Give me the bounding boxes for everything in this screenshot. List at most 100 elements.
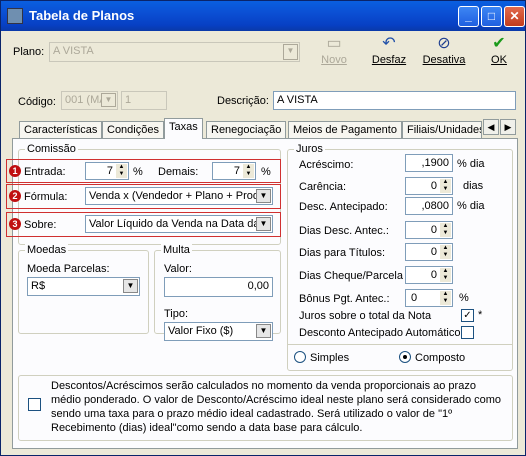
carencia-unit: dias [463,180,484,192]
tab-renegociacao[interactable]: Renegociação [206,121,287,138]
formula-value: Venda x (Vendedor + Plano + Produ [89,190,266,202]
spinner-arrows-icon[interactable]: ▲ ▼ [440,179,451,193]
novo-button[interactable]: ▭ Novo [314,34,354,66]
sobre-label: Sobre: [24,219,57,231]
multa-tipo-label: Tipo: [164,308,189,320]
chevron-down-icon[interactable]: ▼ [256,324,271,338]
descricao-label: Descrição: [217,95,269,107]
bonus-spinner[interactable]: 0 ▲ ▼ [405,289,453,307]
descricao-input[interactable]: A VISTA [273,91,516,110]
close-button[interactable]: ✕ [504,6,525,27]
tab-label: Filiais/Unidades [407,124,482,136]
tab-label: Meios de Pagamento [293,124,397,136]
app-icon [7,8,23,24]
tab-taxas[interactable]: Taxas [164,118,203,139]
tab-condicoes[interactable]: Condições [102,121,164,138]
tab-label: Características [24,124,98,136]
desc-antecipado-label: Desc. Antecipado: [299,201,388,213]
ok-button[interactable]: ✔ OK [479,34,519,66]
dias-titulos-spinner[interactable]: 0 ▲ ▼ [405,243,453,261]
desfaz-button[interactable]: ↶ Desfaz [369,34,409,66]
moeda-parcelas-value: R$ [31,280,46,292]
tab-filiais-unidades[interactable]: Filiais/Unidades [402,121,482,138]
spinner-arrows-icon[interactable]: ▲ ▼ [440,223,451,237]
codigo-number-field[interactable]: 1 [121,91,167,110]
chevron-down-icon[interactable]: ▼ [256,189,271,203]
tab-scroll-left-button[interactable]: ◀ [483,119,499,135]
moeda-parcelas-select[interactable]: R$ ▼ [27,277,140,296]
desc-antecipado-value: ,0800 [421,200,449,212]
plano-value: A VISTA [53,45,94,57]
desc-antecipado-input[interactable]: ,0800 [405,197,453,215]
checkmark-icon: ✓ [463,310,472,321]
composto-label: Composto [415,352,466,364]
entrada-pct: % [133,166,143,178]
bonus-label: Bônus Pgt. Antec.: [299,293,390,305]
moeda-parcelas-label: Moeda Parcelas: [27,263,110,275]
acrescimo-label: Acréscimo: [299,159,354,171]
multa-tipo-select[interactable]: Valor Fixo ($) ▼ [164,322,273,341]
carencia-spinner[interactable]: 0 ▲ ▼ [405,177,453,195]
demais-spinner[interactable]: 7 ▲ ▼ [212,162,256,180]
dias-desc-antec-spinner[interactable]: 0 ▲ ▼ [405,221,453,239]
simples-radio[interactable] [294,351,306,363]
acrescimo-input[interactable]: ,1900 [405,154,453,172]
chevron-down-icon[interactable]: ▼ [256,217,271,231]
window-title: Tabela de Planos [29,8,135,23]
tab-meios-pagamento[interactable]: Meios de Pagamento [288,121,402,138]
desc-auto-label: Desconto Antecipado Automático [299,327,461,339]
title-bar: Tabela de Planos _ □ ✕ [1,1,525,31]
moedas-title: Moedas [25,244,69,256]
spinner-arrows-icon[interactable]: ▲ ▼ [243,164,254,178]
codigo-number: 1 [125,94,132,106]
new-document-icon: ▭ [326,35,342,52]
dias-cheque-label: Dias Cheque/Parcela [299,270,403,282]
multa-valor-value: 0,00 [247,280,269,292]
spinner-arrows-icon[interactable]: ▲ ▼ [440,245,451,259]
ponderado-checkbox[interactable] [28,398,41,411]
chevron-down-icon[interactable]: ▼ [101,93,116,107]
dias-desc-antec-label: Dias Desc. Antec.: [299,225,389,237]
spinner-arrows-icon[interactable]: ▲ ▼ [440,291,451,305]
check-icon: ✔ [492,35,506,52]
dias-cheque-spinner[interactable]: 0 ▲ ▼ [405,266,453,284]
multa-tipo-value: Valor Fixo ($) [168,325,234,337]
ok-label: OK [491,54,507,66]
tab-scroll-right-button[interactable]: ▶ [500,119,516,135]
maximize-button[interactable]: □ [481,6,502,27]
undo-icon: ↶ [382,35,396,52]
desativa-label: Desativa [422,54,466,66]
chevron-down-icon[interactable]: ▼ [283,44,298,60]
window: Tabela de Planos _ □ ✕ Plano: A VISTA ▼ … [0,0,526,456]
formula-select[interactable]: Venda x (Vendedor + Plano + Produ ▼ [85,187,273,205]
juros-title: Juros [294,143,325,155]
badge-2: 2 [9,190,21,202]
sobre-select[interactable]: Valor Líquido da Venda na Data da ▼ [85,215,273,233]
plano-select[interactable]: A VISTA ▼ [49,42,300,62]
composto-radio[interactable] [399,351,411,363]
multa-valor-input[interactable]: 0,00 [164,277,273,297]
demais-label: Demais: [158,166,199,178]
juros-total-label: Juros sobre o total da Nota [299,310,432,322]
entrada-spinner[interactable]: 7 ▲ ▼ [85,162,129,180]
multa-title: Multa [161,244,192,256]
desc-auto-checkbox[interactable] [461,326,474,339]
spinner-arrows-icon[interactable]: ▲ ▼ [116,164,127,178]
minimize-button[interactable]: _ [458,6,479,27]
chevron-down-icon[interactable]: ▼ [123,279,138,293]
desativa-button[interactable]: ⊘ Desativa [422,34,466,66]
spinner-arrows-icon[interactable]: ▲ ▼ [440,268,451,282]
multa-valor-label: Valor: [164,263,192,275]
plano-label: Plano: [13,46,45,58]
tab-label: Renegociação [211,124,282,136]
descricao-value: A VISTA [277,94,318,106]
simples-label: Simples [310,352,350,364]
tab-label: Condições [107,124,159,136]
desc-antecipado-unit: % dia [457,200,485,212]
formula-label: Fórmula: [24,191,68,203]
codigo-select[interactable]: 001 (MA ▼ [61,91,118,110]
juros-total-checkbox[interactable]: ✓ [461,309,474,322]
tab-label: Taxas [169,121,198,133]
tab-caracteristicas[interactable]: Características [19,121,103,138]
novo-label: Novo [321,54,347,66]
